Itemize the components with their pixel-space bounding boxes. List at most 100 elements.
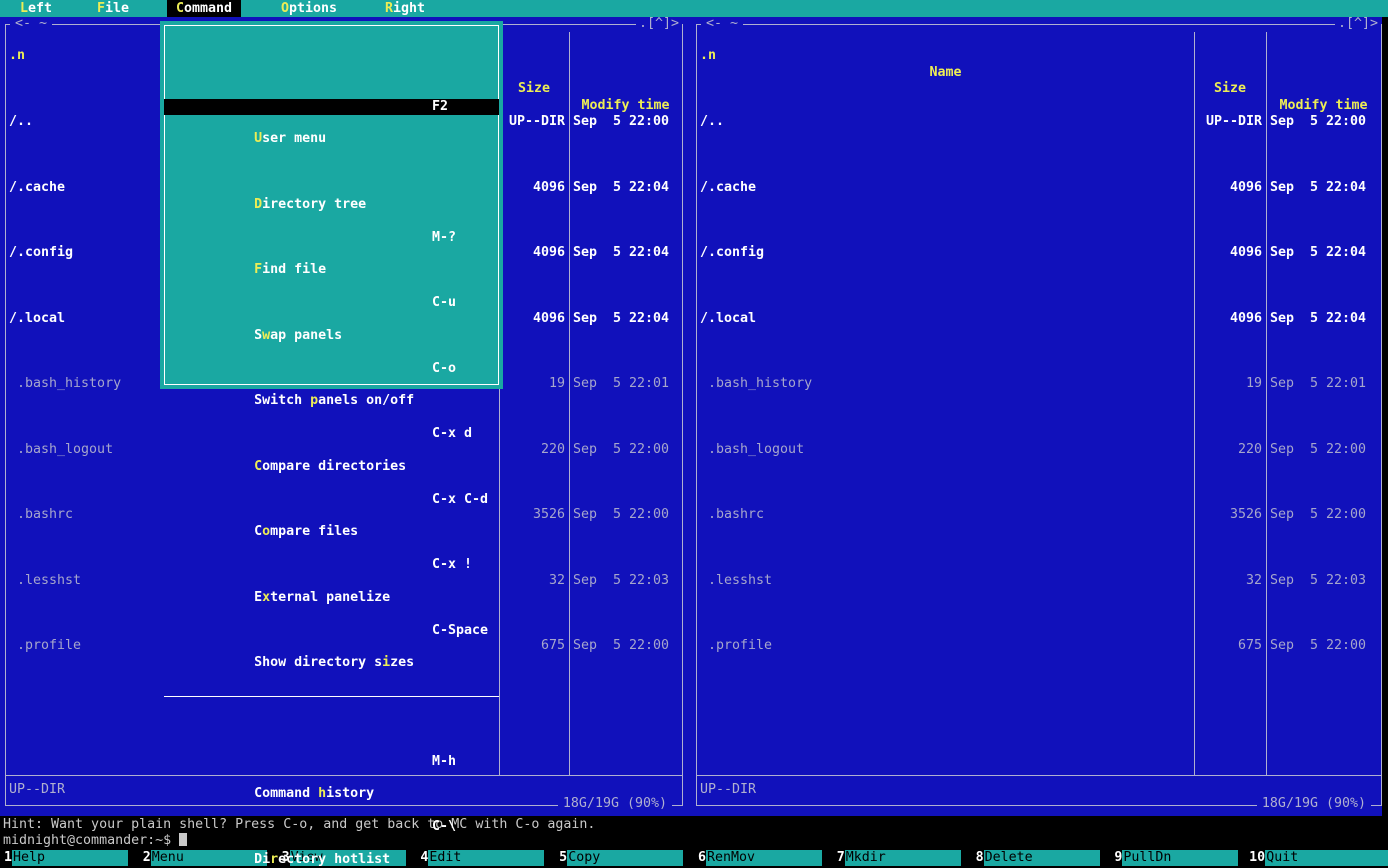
file-name: .profile [697,638,1194,654]
file-mtime: Sep 5 22:04 [1266,311,1381,327]
menu-item-shortcut: M-? [432,230,456,246]
menu-item-label: Compare files [244,524,358,539]
function-key-button[interactable]: 1 Help [0,850,139,866]
file-size: 3526 [499,507,569,523]
menu-item[interactable]: Command history M-h [164,754,499,770]
menu-item-shortcut: C-\ [432,819,456,835]
menu-bar: Left File Command Options Right [0,0,1388,17]
menu-item[interactable]: Find file M-? [164,230,499,246]
menu-item[interactable]: Compare files C-x C-d [164,492,499,508]
function-key-button[interactable]: 10 Quit [1249,850,1388,866]
file-mtime: Sep 5 22:04 [569,311,682,327]
menu-item[interactable]: User menu F2 [164,99,499,115]
command-dropdown-menu: User menu F2 Directory tree Find file M-… [160,21,503,389]
free-space-right: 18G/19G (90%) [1257,796,1371,812]
file-size: 4096 [1194,245,1266,261]
file-row[interactable]: /.. UP--DIR Sep 5 22:00 [697,114,1381,130]
file-row[interactable]: /.config 4096 Sep 5 22:04 [697,245,1381,261]
function-key-button[interactable]: 8 Delete [972,850,1111,866]
function-key-number: 8 [972,850,984,866]
file-size: UP--DIR [1194,114,1266,130]
file-list-right: /.. UP--DIR Sep 5 22:00 /.cache 4096 Sep… [697,49,1381,688]
menu-item-label: Find file [244,262,326,277]
file-mtime: Sep 5 22:04 [569,245,682,261]
menu-item-label: Swap panels [244,328,342,343]
dropdown-items: User menu F2 Directory tree Find file M-… [164,33,499,868]
function-key-label: Delete [984,850,1100,866]
menu-bar-item[interactable]: Left [11,0,61,17]
menu-item-shortcut: C-x ! [432,557,472,573]
menu-bar-item[interactable]: Command [167,0,241,17]
function-key-number: 10 [1249,850,1265,866]
file-size: 675 [499,638,569,654]
file-row[interactable]: .bashrc 3526 Sep 5 22:00 [697,507,1381,523]
menu-bar-item[interactable]: File [88,0,138,17]
file-row[interactable]: /.local 4096 Sep 5 22:04 [697,311,1381,327]
function-key-label: Copy [567,850,683,866]
file-row[interactable]: /.cache 4096 Sep 5 22:04 [697,180,1381,196]
menu-item-label: Switch panels on/off [244,393,414,408]
menu-item-shortcut: C-o [432,361,456,377]
file-mtime: Sep 5 22:04 [1266,245,1381,261]
midnight-commander-screen: <- ~ .[^]> .n Name Size Modify time /.. … [0,0,1388,868]
menu-item[interactable] [164,688,499,704]
file-panel-right: <- ~ .[^]> .n Name Size Modify time /.. … [696,24,1382,806]
menu-item[interactable]: Switch panels on/off C-o [164,361,499,377]
menu-item[interactable]: Compare directories C-x d [164,426,499,442]
menu-item-shortcut: C-Space [432,623,488,639]
menu-item[interactable]: External panelize C-x ! [164,557,499,573]
file-name: .lesshst [697,573,1194,589]
file-row[interactable]: .lesshst 32 Sep 5 22:03 [697,573,1381,589]
file-row[interactable]: .bash_logout 220 Sep 5 22:00 [697,442,1381,458]
file-size: 4096 [499,180,569,196]
menu-item-label: Show directory sizes [244,655,414,670]
menu-separator [164,696,499,697]
file-mtime: Sep 5 22:00 [1266,507,1381,523]
panel-nav-icons-left[interactable]: .[^]> [636,16,682,32]
file-size: 19 [499,376,569,392]
file-mtime: Sep 5 22:00 [569,114,682,130]
function-key-label: Quit [1265,850,1388,866]
file-size: 4096 [1194,311,1266,327]
file-row[interactable]: .bash_history 19 Sep 5 22:01 [697,376,1381,392]
panel-path-right[interactable]: <- ~ [701,16,743,32]
file-mtime: Sep 5 22:00 [569,442,682,458]
file-size: 32 [1194,573,1266,589]
file-size: 4096 [499,311,569,327]
menu-item-label: Command history [244,786,374,801]
file-name: /.config [697,245,1194,261]
function-key-button[interactable]: 7 Mkdir [833,850,972,866]
function-key-button[interactable]: 9 PullDn [1110,850,1249,866]
file-mtime: Sep 5 22:01 [569,376,682,392]
command-line[interactable]: midnight@commander:~$ [3,833,187,849]
function-key-label: Help [12,850,128,866]
file-mtime: Sep 5 22:03 [569,573,682,589]
menu-item-shortcut: C-x C-d [432,492,488,508]
function-key-button[interactable]: 5 Copy [555,850,694,866]
file-size: 4096 [499,245,569,261]
file-size: 4096 [1194,180,1266,196]
file-size: 220 [499,442,569,458]
file-row[interactable]: .profile 675 Sep 5 22:00 [697,638,1381,654]
menu-item-label: Directory hotlist [244,852,390,867]
menu-item-label: Directory tree [244,197,366,212]
function-key-number: 2 [139,850,151,866]
menu-bar-item[interactable]: Options [272,0,346,17]
mini-status-left: UP--DIR [9,782,65,798]
function-key-button[interactable]: 6 RenMov [694,850,833,866]
menu-bar-item[interactable]: Right [376,0,434,17]
file-mtime: Sep 5 22:00 [569,638,682,654]
shell-prompt: midnight@commander:~$ [3,833,171,848]
menu-item-label: Compare directories [244,459,406,474]
file-mtime: Sep 5 22:01 [1266,376,1381,392]
file-name: /.cache [697,180,1194,196]
file-size: 3526 [1194,507,1266,523]
file-mtime: Sep 5 22:00 [1266,638,1381,654]
function-key-label: PullDn [1122,850,1238,866]
menu-item[interactable]: Show directory sizes C-Space [164,623,499,639]
panel-nav-icons-right[interactable]: .[^]> [1335,16,1381,32]
menu-item[interactable]: Swap panels C-u [164,295,499,311]
menu-item[interactable]: Directory tree [164,164,499,180]
menu-item[interactable]: Directory hotlist C-\ [164,819,499,835]
function-key-number: 1 [0,850,12,866]
